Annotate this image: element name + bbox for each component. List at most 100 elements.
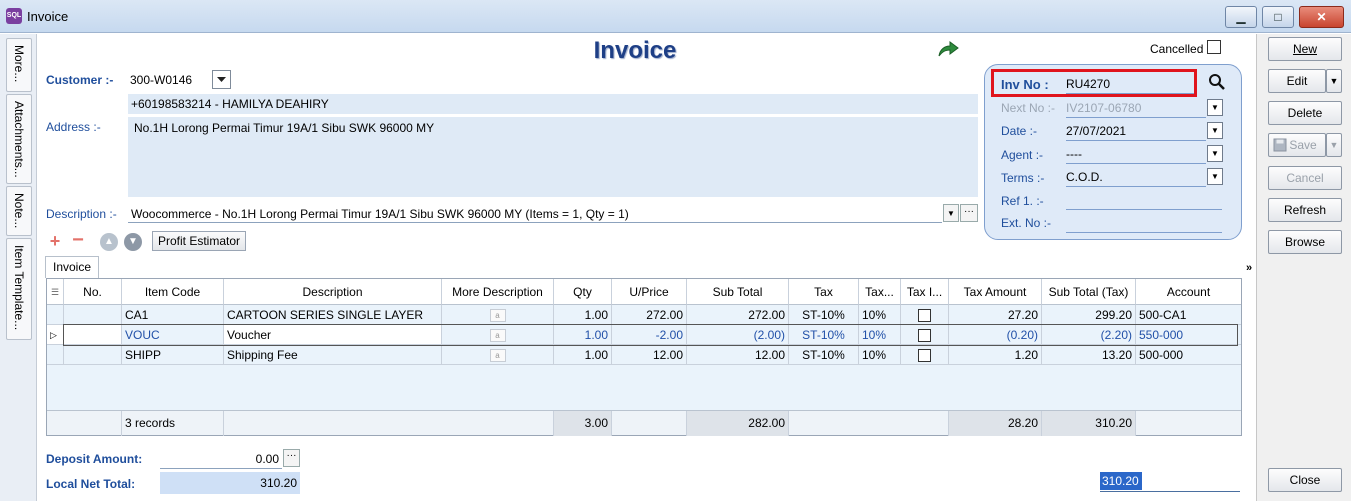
table-cell[interactable]: CA1 <box>122 305 224 325</box>
remove-row-icon[interactable]: − <box>69 230 87 251</box>
move-up-icon[interactable]: ▲ <box>100 233 118 251</box>
side-tab-note[interactable]: Note... <box>6 186 32 236</box>
next-no-underline <box>1066 117 1206 118</box>
description-dropdown-button[interactable]: ▼ <box>943 204 959 222</box>
table-cell[interactable]: 12.00 <box>687 345 789 365</box>
total-sub-total: 282.00 <box>687 411 789 436</box>
address-text: No.1H Lorong Permai Timur 19A/1 Sibu SWK… <box>134 121 435 135</box>
side-tab-more[interactable]: More... <box>6 38 32 92</box>
terms-field[interactable]: C.O.D. <box>1066 170 1103 184</box>
table-cell[interactable]: 500-CA1 <box>1136 305 1241 325</box>
grand-total-underline <box>1100 491 1240 492</box>
table-cell[interactable]: 13.20 <box>1042 345 1136 365</box>
next-no-dropdown-button[interactable]: ▼ <box>1207 99 1223 116</box>
tax-inclusive-checkbox[interactable] <box>901 305 949 325</box>
refresh-button[interactable]: Refresh <box>1268 198 1342 222</box>
move-down-icon[interactable]: ▼ <box>124 233 142 251</box>
deposit-amount-field[interactable]: 0.00 <box>160 449 282 469</box>
more-description-icon[interactable]: a <box>442 345 554 365</box>
table-cell[interactable]: ST-10% <box>789 345 859 365</box>
table-cell[interactable]: CARTOON SERIES SINGLE LAYER <box>224 305 442 325</box>
agent-field[interactable]: ---- <box>1066 147 1082 161</box>
maximize-button[interactable]: □ <box>1262 6 1294 28</box>
local-net-total-label: Local Net Total: <box>46 477 136 491</box>
table-cell[interactable] <box>64 345 122 365</box>
cancelled-checkbox[interactable] <box>1207 40 1221 54</box>
agent-dropdown-button[interactable]: ▼ <box>1207 145 1223 162</box>
profit-estimator-button[interactable]: Profit Estimator <box>152 231 246 251</box>
total-tax-amount: 28.20 <box>949 411 1042 436</box>
table-cell[interactable]: 1.00 <box>554 305 612 325</box>
agent-underline <box>1066 163 1206 164</box>
col-header-tax-amount[interactable]: Tax Amount <box>949 279 1042 305</box>
table-cell[interactable]: 272.00 <box>612 305 687 325</box>
col-header-qty[interactable]: Qty <box>554 279 612 305</box>
table-cell[interactable]: 12.00 <box>612 345 687 365</box>
table-cell[interactable]: 272.00 <box>687 305 789 325</box>
window-title: Invoice <box>27 9 69 24</box>
minimize-button[interactable]: ▁ <box>1225 6 1257 28</box>
browse-button[interactable]: Browse <box>1268 230 1342 254</box>
cancelled-label: Cancelled <box>1150 42 1204 56</box>
grid-menu-icon[interactable]: ☰ <box>47 279 64 305</box>
more-description-icon[interactable]: a <box>442 305 554 325</box>
table-cell[interactable]: 10% <box>859 345 901 365</box>
next-no-field[interactable]: IV2107-06780 <box>1066 101 1141 115</box>
col-header-description[interactable]: Description <box>224 279 442 305</box>
footer-cell <box>47 411 122 436</box>
splitter-arrow-icon[interactable]: » <box>1246 262 1252 274</box>
selected-row-outline <box>63 324 1238 346</box>
add-row-icon[interactable]: + <box>46 232 64 251</box>
share-arrow-icon[interactable] <box>937 40 959 58</box>
edit-dropdown-button[interactable]: ▼ <box>1326 69 1342 93</box>
customer-code-field[interactable]: 300-W0146 <box>130 73 192 87</box>
tab-invoice[interactable]: Invoice <box>45 256 99 278</box>
table-cell[interactable]: SHIPP <box>122 345 224 365</box>
address-label: Address :- <box>46 120 101 134</box>
table-cell[interactable]: ST-10% <box>789 305 859 325</box>
footer-cell <box>224 411 554 436</box>
date-field[interactable]: 27/07/2021 <box>1066 124 1126 138</box>
customer-dropdown-button[interactable] <box>212 70 231 89</box>
col-header-sub-total-tax[interactable]: Sub Total (Tax) <box>1042 279 1136 305</box>
table-cell[interactable]: 1.00 <box>554 345 612 365</box>
row-indicator <box>47 345 64 365</box>
side-tab-item-template[interactable]: Item Template... <box>6 238 32 340</box>
col-header-tax[interactable]: Tax <box>789 279 859 305</box>
table-cell[interactable] <box>64 305 122 325</box>
col-header-item-code[interactable]: Item Code <box>122 279 224 305</box>
table-cell[interactable]: 299.20 <box>1042 305 1136 325</box>
ref1-underline <box>1066 209 1222 210</box>
col-header-tax-inclusive[interactable]: Tax I... <box>901 279 949 305</box>
table-cell[interactable]: 500-000 <box>1136 345 1241 365</box>
col-header-sub-total[interactable]: Sub Total <box>687 279 789 305</box>
side-tab-attachments[interactable]: Attachments... <box>6 94 32 184</box>
edit-button[interactable]: Edit <box>1268 69 1326 93</box>
table-cell[interactable]: 1.20 <box>949 345 1042 365</box>
col-header-no[interactable]: No. <box>64 279 122 305</box>
deposit-more-button[interactable]: ··· <box>283 449 300 467</box>
close-button[interactable]: Close <box>1268 468 1342 492</box>
title-bar <box>0 0 1351 33</box>
table-cell[interactable]: Shipping Fee <box>224 345 442 365</box>
description-text: Woocommerce - No.1H Lorong Permai Timur … <box>131 207 629 221</box>
save-dropdown-button[interactable]: ▼ <box>1326 133 1342 157</box>
table-cell[interactable]: 10% <box>859 305 901 325</box>
cancel-button[interactable]: Cancel <box>1268 166 1342 190</box>
date-dropdown-button[interactable]: ▼ <box>1207 122 1223 139</box>
col-header-more-description[interactable]: More Description <box>442 279 554 305</box>
table-cell[interactable]: 27.20 <box>949 305 1042 325</box>
col-header-uprice[interactable]: U/Price <box>612 279 687 305</box>
grand-total-field[interactable]: 310.20 <box>1100 472 1142 490</box>
delete-button[interactable]: Delete <box>1268 101 1342 125</box>
close-window-button[interactable]: ✕ <box>1299 6 1344 28</box>
invoice-grid[interactable]: ☰ No. Item Code Description More Descrip… <box>46 278 1242 436</box>
description-more-button[interactable]: ··· <box>960 204 978 222</box>
new-button[interactable]: New <box>1268 37 1342 61</box>
col-header-tax-rate[interactable]: Tax... <box>859 279 901 305</box>
terms-dropdown-button[interactable]: ▼ <box>1207 168 1223 185</box>
contact-text: +60198583214 - HAMILYA DEAHIRY <box>131 97 329 111</box>
tax-inclusive-checkbox[interactable] <box>901 345 949 365</box>
col-header-account[interactable]: Account <box>1136 279 1241 305</box>
search-icon[interactable] <box>1208 73 1226 91</box>
